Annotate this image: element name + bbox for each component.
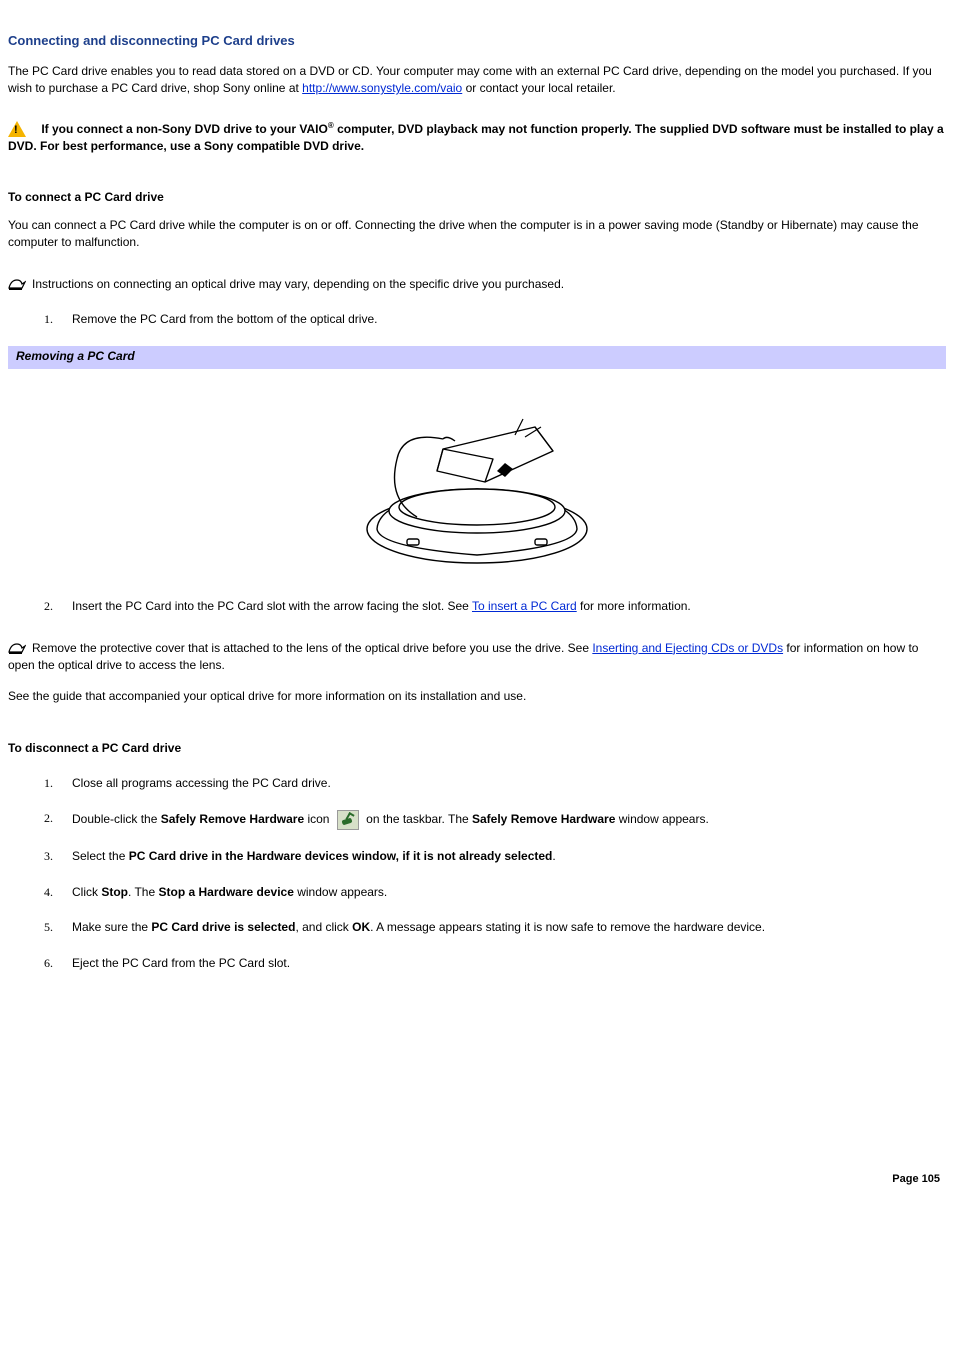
disconnect-step: 5.Make sure the PC Card drive is selecte… bbox=[72, 919, 946, 936]
page-title: Connecting and disconnecting PC Card dri… bbox=[8, 32, 946, 51]
bold-text: Stop a Hardware device bbox=[158, 885, 293, 899]
note-icon bbox=[8, 641, 26, 655]
connect-after-paragraph: See the guide that accompanied your opti… bbox=[8, 688, 946, 705]
disconnect-step: 2.Double-click the Safely Remove Hardwar… bbox=[72, 810, 946, 830]
bold-text: Safely Remove Hardware bbox=[161, 813, 304, 827]
disconnect-step: 4.Click Stop. The Stop a Hardware device… bbox=[72, 884, 946, 901]
step-text: . The bbox=[128, 885, 158, 899]
inserting-ejecting-link[interactable]: Inserting and Ejecting CDs or DVDs bbox=[592, 641, 783, 655]
figure-caption: Removing a PC Card bbox=[8, 346, 946, 368]
intro-text-2: or contact your local retailer. bbox=[462, 81, 615, 95]
warning-block: If you connect a non-Sony DVD drive to y… bbox=[8, 120, 946, 156]
note-icon bbox=[8, 277, 26, 291]
connect-steps-2: 2. Insert the PC Card into the PC Card s… bbox=[8, 598, 946, 615]
bold-text: Safely Remove Hardware bbox=[472, 813, 615, 827]
note-text-2a: Remove the protective cover that is atta… bbox=[32, 641, 592, 655]
bold-text: Stop bbox=[101, 885, 128, 899]
bold-text: PC Card drive in the Hardware devices wi… bbox=[129, 849, 553, 863]
sonystyle-link[interactable]: http://www.sonystyle.com/vaio bbox=[302, 81, 462, 95]
intro-paragraph: The PC Card drive enables you to read da… bbox=[8, 63, 946, 98]
safely-remove-hardware-icon bbox=[337, 810, 359, 830]
disconnect-heading: To disconnect a PC Card drive bbox=[8, 740, 946, 757]
step-number: 1. bbox=[44, 311, 53, 328]
bold-text: OK bbox=[352, 920, 370, 934]
step-text: . A message appears stating it is now sa… bbox=[370, 920, 765, 934]
step-text: window appears. bbox=[615, 813, 708, 827]
note-text-1: Instructions on connecting an optical dr… bbox=[32, 277, 564, 291]
step-text: icon bbox=[304, 813, 333, 827]
connect-heading: To connect a PC Card drive bbox=[8, 189, 946, 206]
step-text: Click bbox=[72, 885, 101, 899]
warning-text-1: If you connect a non-Sony DVD drive to y… bbox=[41, 122, 327, 136]
disconnect-steps: 1. Close all programs accessing the PC Ca… bbox=[8, 775, 946, 972]
step-number: 5. bbox=[44, 919, 53, 936]
step-text: , and click bbox=[295, 920, 352, 934]
step-number: 1. bbox=[44, 775, 53, 792]
figure-removing-pc-card bbox=[8, 379, 946, 580]
warning-icon bbox=[8, 121, 26, 137]
page-number: Page 105 bbox=[8, 1172, 940, 1188]
bold-text: PC Card drive is selected bbox=[151, 920, 295, 934]
step-number: 3. bbox=[44, 848, 53, 865]
step-text: . bbox=[552, 849, 555, 863]
disconnect-step: 3.Select the PC Card drive in the Hardwa… bbox=[72, 848, 946, 865]
step-text: Select the bbox=[72, 849, 129, 863]
connect-step-1: 1. Remove the PC Card from the bottom of… bbox=[72, 311, 946, 328]
connect-steps: 1. Remove the PC Card from the bottom of… bbox=[8, 311, 946, 328]
connect-step-2: 2. Insert the PC Card into the PC Card s… bbox=[72, 598, 946, 615]
step-text: Make sure the bbox=[72, 920, 151, 934]
step-text: Double-click the bbox=[72, 813, 161, 827]
step-text: Close all programs accessing the PC Card… bbox=[72, 776, 331, 790]
insert-pc-card-link[interactable]: To insert a PC Card bbox=[472, 599, 577, 613]
disconnect-step: 1.Close all programs accessing the PC Ca… bbox=[72, 775, 946, 792]
step-text: on the taskbar. The bbox=[363, 813, 472, 827]
disconnect-step: 6.Eject the PC Card from the PC Card slo… bbox=[72, 955, 946, 972]
step-text-b: for more information. bbox=[577, 599, 691, 613]
step-text: window appears. bbox=[294, 885, 387, 899]
step-text-a: Insert the PC Card into the PC Card slot… bbox=[72, 599, 472, 613]
step-number: 2. bbox=[44, 598, 53, 615]
step-text: Remove the PC Card from the bottom of th… bbox=[72, 312, 377, 326]
step-number: 4. bbox=[44, 884, 53, 901]
note-block-1: Instructions on connecting an optical dr… bbox=[8, 276, 946, 293]
step-text: Eject the PC Card from the PC Card slot. bbox=[72, 956, 290, 970]
step-number: 2. bbox=[44, 810, 53, 827]
note-block-2: Remove the protective cover that is atta… bbox=[8, 640, 946, 675]
connect-paragraph: You can connect a PC Card drive while th… bbox=[8, 217, 946, 252]
step-number: 6. bbox=[44, 955, 53, 972]
